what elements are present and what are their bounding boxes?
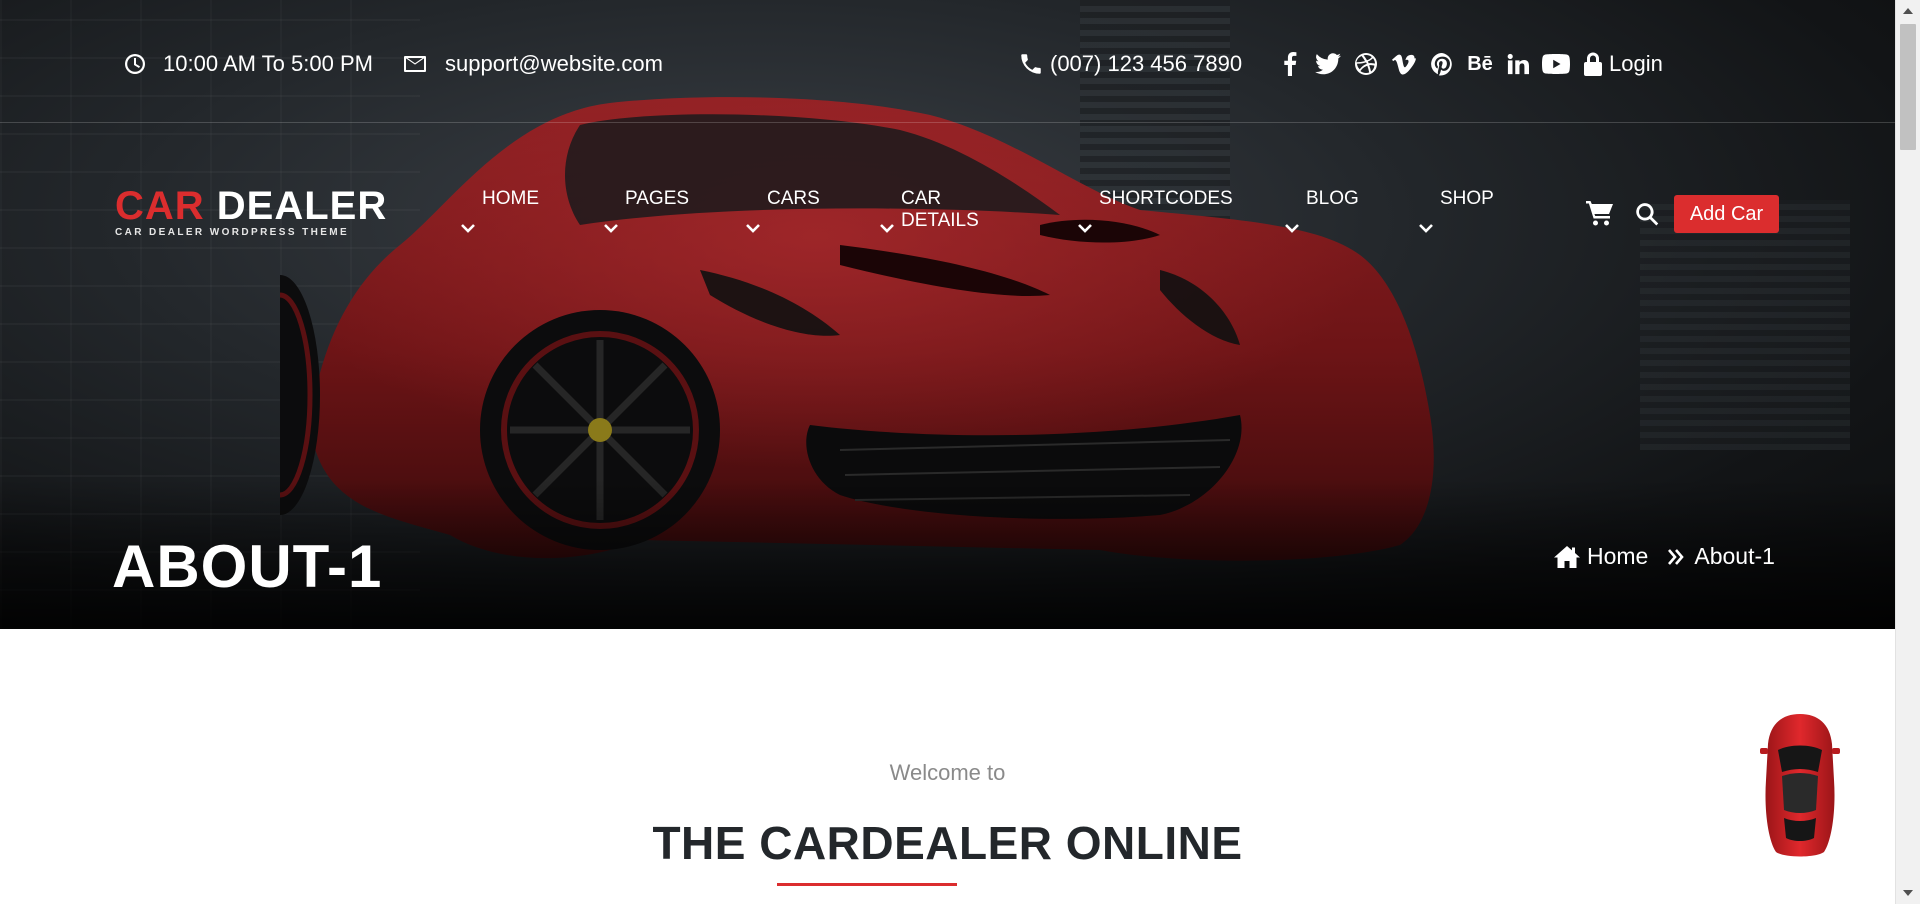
double-chevron-right-icon [1666,547,1686,567]
nav-item-blog[interactable]: BLOG [1285,188,1359,233]
behance-icon[interactable]: Bē [1461,50,1499,78]
logo-wordmark: CAR DEALER [115,184,388,228]
business-hours: 10:00 AM To 5:00 PM [123,47,373,81]
scroll-down-arrow-icon[interactable] [1903,890,1913,896]
hero-banner: 10:00 AM To 5:00 PM support@website.com … [0,0,1895,629]
welcome-subtitle: Welcome to [889,760,1006,785]
page-title: ABOUT-1 [112,533,383,600]
envelope-icon [404,56,426,72]
scrollbar-thumb[interactable] [1900,24,1916,150]
hero-shutter [1640,200,1850,450]
breadcrumb-home[interactable]: Home [1553,543,1648,570]
login-label[interactable]: Login [1609,51,1663,77]
support-email[interactable]: support@website.com [403,47,663,81]
pinterest-icon[interactable] [1423,50,1461,78]
chevron-down-icon[interactable] [1284,218,1300,240]
phone-number-text[interactable]: (007) 123 456 7890 [1050,51,1242,77]
support-email-text[interactable]: support@website.com [445,51,663,77]
chevron-down-icon[interactable] [603,218,619,240]
breadcrumb: Home About-1 [1553,543,1775,570]
twitter-icon[interactable] [1309,50,1347,78]
login-link[interactable]: Login [1583,47,1663,81]
chevron-down-icon[interactable] [1418,218,1434,240]
add-car-button[interactable]: Add Car [1674,195,1779,233]
nav-item-cars[interactable]: CARS [746,188,820,233]
chevron-down-icon[interactable] [460,218,476,240]
linkedin-icon[interactable] [1499,50,1537,78]
chevron-down-icon[interactable] [879,218,895,240]
nav-item-car-details[interactable]: CAR DETAILS [880,188,979,233]
chevron-down-icon[interactable] [1077,218,1093,240]
top-bar: 10:00 AM To 5:00 PM support@website.com … [0,0,1895,123]
nav-item-pages[interactable]: PAGES [604,188,689,233]
social-links: Bē [1271,50,1575,78]
chevron-down-icon[interactable] [745,218,761,240]
facebook-icon[interactable] [1271,50,1309,78]
business-hours-text: 10:00 AM To 5:00 PM [163,51,373,76]
section-title: THE CARDEALER ONLINE [652,817,1243,869]
vimeo-icon[interactable] [1385,50,1423,78]
clock-icon [125,54,145,74]
nav-item-home[interactable]: HOME [461,188,539,233]
nav-item-shop[interactable]: SHOP [1419,188,1494,233]
scroll-up-arrow-icon[interactable] [1903,8,1913,14]
logo-tagline: CAR DEALER WORDPRESS THEME [115,227,350,238]
nav-item-shortcodes[interactable]: SHORTCODES [1078,188,1233,233]
cart-icon[interactable] [1586,200,1614,231]
phone-number[interactable]: (007) 123 456 7890 [1018,47,1242,81]
phone-icon [1021,54,1041,74]
back-to-top-car-icon[interactable] [1760,710,1840,860]
youtube-icon[interactable] [1537,50,1575,78]
home-icon [1554,545,1580,568]
page-scrollbar[interactable] [1895,0,1920,904]
breadcrumb-current: About-1 [1694,543,1775,569]
site-logo[interactable]: CAR DEALER CAR DEALER WORDPRESS THEME [115,186,387,238]
title-underline [777,883,957,886]
lock-icon [1584,52,1602,76]
search-icon[interactable] [1634,201,1660,232]
dribbble-icon[interactable] [1347,50,1385,78]
